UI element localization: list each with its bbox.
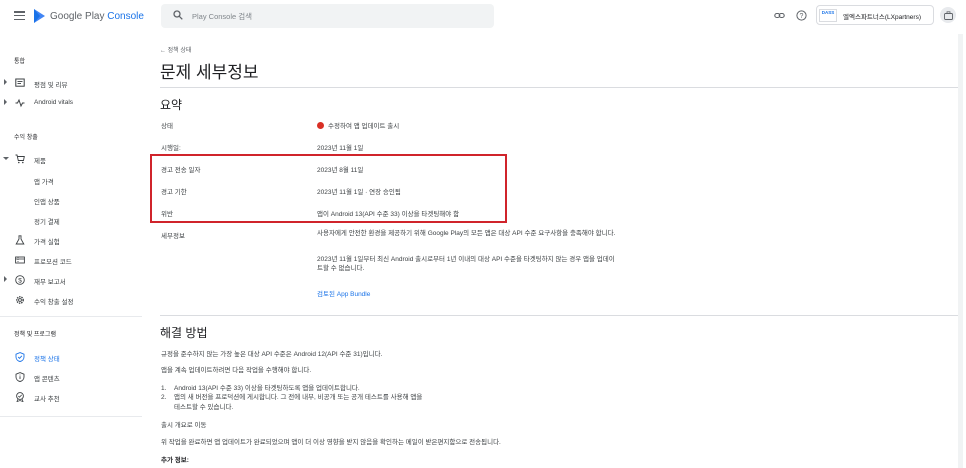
menu-icon[interactable] (14, 11, 25, 20)
sidebar-item-financial-reports[interactable]: $ 재무 보고서 (0, 272, 142, 288)
sidebar-item-monetization-settings[interactable]: 수익 창출 설정 (0, 292, 142, 308)
sidebar-section-policy: 정책 및 프로그램 (14, 332, 56, 338)
sidebar-item-ratings[interactable]: 평점 및 리뷰 (0, 75, 142, 91)
sidebar-section-monetization: 수익 창출 (14, 135, 38, 141)
sidebar-item-teacher-approved[interactable]: 교사 추천 (0, 389, 142, 405)
sidebar-item-promo-codes[interactable]: 프로모션 코드 (0, 252, 142, 268)
resolve-paragraph-2: 앱을 계속 업데이트하려면 다음 작업을 수행해야 합니다. (161, 367, 312, 374)
sidebar-item-android-vitals[interactable]: Android vitals (0, 95, 142, 111)
main-content: ← 정책 상태 문제 세부정보 요약 상태 수정하여 앱 업데이트 출시 시행일… (150, 34, 960, 468)
ratings-icon (15, 78, 25, 87)
sidebar-item-app-pricing[interactable]: 앱 가격 (0, 172, 142, 188)
page-title: 문제 세부정보 (160, 63, 259, 82)
highlight-box (150, 154, 507, 223)
sidebar-divider (0, 416, 142, 417)
resolve-step-2-continued: 테스트할 수 있습니다. (174, 404, 234, 411)
svg-text:?: ? (800, 13, 804, 20)
sidebar-item-products[interactable]: 제품 (0, 151, 142, 167)
back-link[interactable]: ← 정책 상태 (160, 45, 191, 54)
sidebar-divider (0, 316, 142, 317)
search-bar[interactable] (161, 4, 494, 28)
expand-caret-icon[interactable] (4, 276, 7, 282)
shield-info-icon (15, 372, 25, 382)
app-title[interactable]: Google Play Console (50, 11, 144, 22)
gear-icon (16, 296, 24, 304)
shield-check-icon (15, 352, 25, 362)
row-value-details: 사용자에게 안전한 환경을 제공하기 위해 Google Play의 모든 앱은… (317, 230, 616, 237)
sidebar-item-app-content[interactable]: 앱 콘텐츠 (0, 369, 142, 385)
reviewed-app-bundle-link[interactable]: 검토된 App Bundle (317, 288, 370, 298)
row-key-effective-date: 시행일: (161, 145, 181, 152)
collapse-caret-icon[interactable] (3, 157, 9, 160)
play-console-logo-icon[interactable] (33, 9, 46, 23)
scrollbar[interactable] (958, 34, 963, 468)
sidebar-item-subscriptions[interactable]: 정기 결제 (0, 212, 142, 228)
expand-caret-icon[interactable] (4, 79, 7, 85)
cart-icon (15, 154, 25, 164)
vitals-icon (15, 98, 25, 108)
title-divider (160, 87, 960, 88)
link-icon[interactable] (774, 10, 785, 21)
row-value-status: 수정하여 앱 업데이트 출시 (317, 120, 399, 130)
account-name: 엘엑스파트너스(LXpartners) (843, 14, 921, 21)
row-value-effective-date: 2023년 11월 1일 (317, 145, 364, 152)
account-switcher[interactable]: DASS 엘엑스파트너스(LXpartners) (816, 5, 934, 25)
release-overview-link[interactable]: 출시 개요로 이동 (161, 419, 206, 429)
sidebar-section-integration: 통합 (14, 59, 26, 65)
row-key-status: 상태 (161, 123, 173, 130)
search-input[interactable] (192, 9, 482, 23)
briefcase-icon (943, 10, 953, 20)
status-error-icon (317, 122, 324, 129)
dollar-icon: $ (15, 275, 25, 285)
row-key-details: 세부정보 (161, 233, 185, 240)
resolve-heading: 해결 방법 (160, 326, 208, 340)
sidebar-item-price-experiments[interactable]: 가격 실험 (0, 232, 142, 248)
summary-heading: 요약 (160, 98, 183, 112)
details-paragraph-2: 2023년 11월 1일부터 최신 Android 출시로부터 1년 이내의 대… (317, 256, 615, 272)
sidebar-item-in-app-products[interactable]: 인앱 상품 (0, 192, 142, 208)
expand-caret-icon[interactable] (4, 99, 7, 105)
promo-icon (15, 256, 25, 264)
search-icon (173, 10, 183, 20)
flask-icon (15, 235, 25, 245)
svg-text:$: $ (18, 277, 22, 284)
account-logo: DASS (819, 9, 837, 22)
badge-icon (16, 392, 24, 402)
resolve-step-2: 2. 앱의 새 버전을 프로덕션에 게시합니다. 그 전에 내부, 비공개 또는 … (161, 394, 423, 401)
resolve-paragraph-3: 위 작업을 완료하면 앱 업데이트가 완료되었으며 앱이 더 이상 영향을 받지… (161, 439, 501, 446)
account-icon[interactable] (940, 7, 956, 23)
top-app-bar: Google Play Console ? DASS 엘엑스파트너스(LXpar… (0, 0, 966, 34)
more-info-label: 추가 정보: (161, 457, 189, 464)
section-divider (160, 315, 960, 316)
resolve-paragraph-1: 규정을 준수하지 않는 가장 높은 대상 API 수준은 Android 12(… (161, 351, 383, 358)
sidebar-item-policy-status[interactable]: 정책 상태 (0, 349, 142, 365)
sidebar: 통합 평점 및 리뷰 Android vitals 수익 창출 제품 앱 가격 … (0, 34, 142, 468)
help-icon[interactable]: ? (796, 10, 807, 21)
